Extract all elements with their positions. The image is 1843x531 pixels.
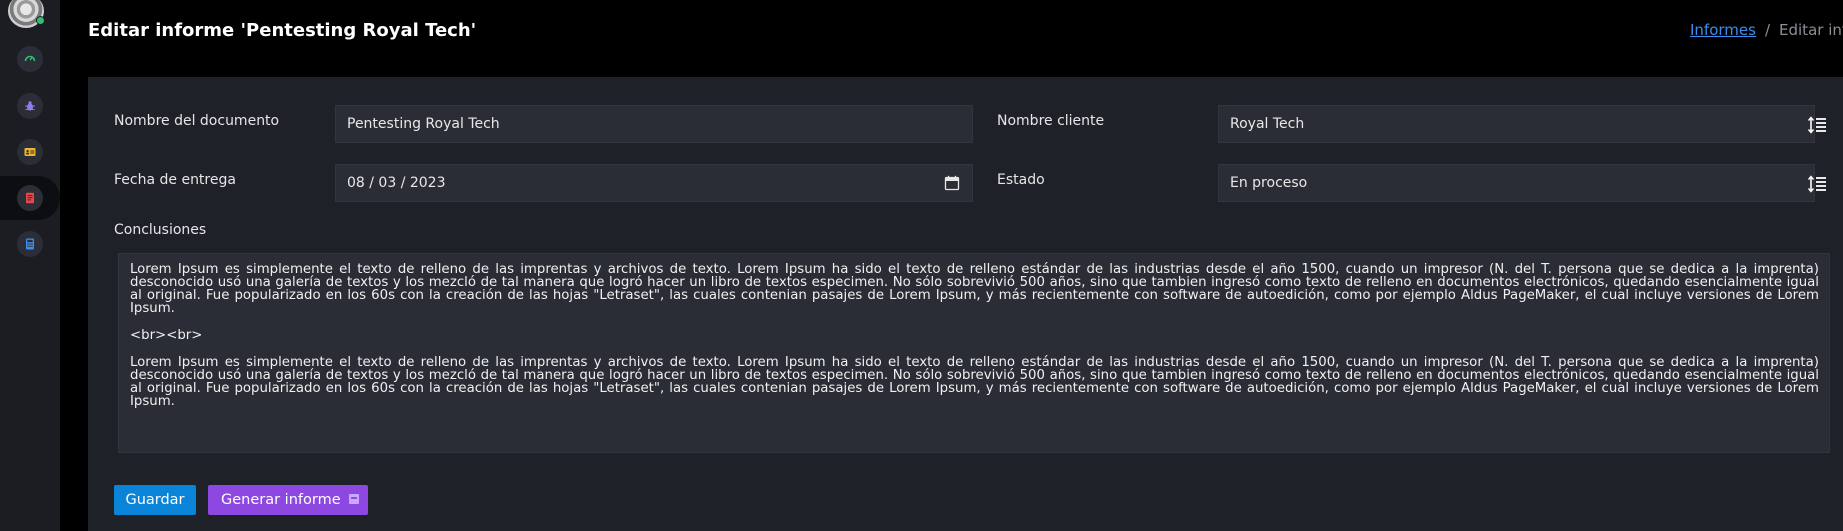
delivery-date-input[interactable]: 08 / 03 / 2023 [335,164,973,202]
app-logo[interactable] [8,0,45,28]
generate-report-label: Generar informe [221,492,341,508]
calculator-icon [26,238,34,250]
sidebar-item-vulnerabilities[interactable] [0,84,60,128]
sidebar-item-dashboard[interactable] [0,37,60,81]
bug-icon [25,101,35,111]
page-title: Editar informe 'Pentesting Royal Tech' [88,20,477,41]
sidebar-item-clients[interactable] [0,130,60,174]
sidebar-item-reports[interactable] [0,176,60,220]
generate-report-button[interactable]: Generar informe [208,485,368,515]
sidebar-item-calculator[interactable] [0,222,60,266]
status-select[interactable]: En proceso [1218,164,1815,202]
list-sort-icon[interactable] [1807,175,1827,193]
conclusions-paragraph: Lorem Ipsum es simplemente el texto de r… [130,355,1819,409]
list-sort-icon[interactable] [1807,116,1827,134]
document-name-label: Nombre del documento [114,113,280,129]
breadcrumb-separator: / [1764,21,1771,39]
document-name-input[interactable]: Pentesting Royal Tech [335,105,973,143]
delivery-date-value: 08 / 03 / 2023 [347,175,446,191]
delivery-date-label: Fecha de entrega [114,172,236,188]
breadcrumb: Informes / Editar informe [1690,21,1843,39]
client-name-label: Nombre cliente [997,113,1105,129]
sidebar [0,0,60,531]
status-label: Estado [997,172,1045,188]
report-form-card: Nombre del documento Pentesting Royal Te… [88,77,1843,531]
online-status-dot [36,16,45,25]
conclusions-paragraph: Lorem Ipsum es simplemente el texto de r… [130,262,1819,316]
conclusions-textarea[interactable]: Lorem Ipsum es simplemente el texto de r… [118,253,1830,453]
conclusions-separator: <br><br> [130,328,203,343]
calendar-icon[interactable] [944,175,960,191]
client-name-select[interactable]: Royal Tech [1218,105,1815,143]
id-card-icon [24,148,36,156]
save-button[interactable]: Guardar [114,485,196,515]
gauge-icon [24,55,36,62]
breadcrumb-link-reports[interactable]: Informes [1690,21,1756,39]
word-file-icon [348,494,359,504]
conclusions-label: Conclusiones [114,222,207,238]
breadcrumb-current: Editar informe [1779,21,1843,39]
document-icon [26,192,34,204]
